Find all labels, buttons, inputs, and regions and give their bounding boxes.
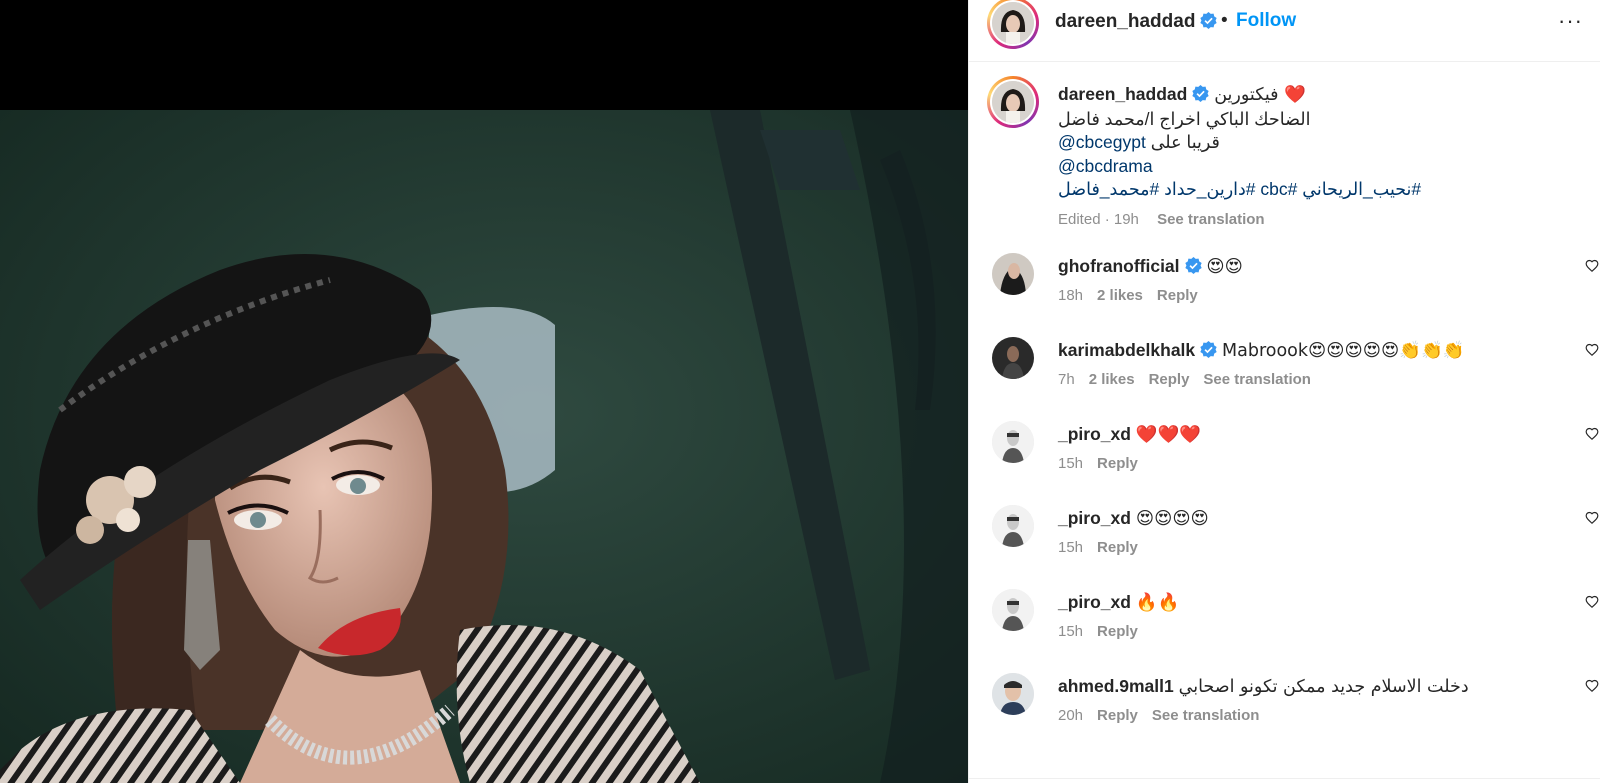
author-avatar[interactable] xyxy=(987,0,1039,49)
commenter-avatar[interactable] xyxy=(992,421,1034,463)
commenter-username[interactable]: _piro_xd xyxy=(1058,508,1131,528)
commenter-avatar[interactable] xyxy=(992,337,1034,379)
commenter-avatar[interactable] xyxy=(992,505,1034,547)
caption-line-3: @cbcegypt قريبا على xyxy=(1058,131,1578,155)
heart-outline-icon[interactable] xyxy=(1585,343,1599,357)
comment-meta: 15h Reply xyxy=(1058,539,1558,556)
commenter-username[interactable]: _piro_xd xyxy=(1058,424,1131,444)
comment-body: _piro_xd 😍😍😍😍 15h Reply xyxy=(1058,507,1558,556)
mention-cbcegypt[interactable]: @cbcegypt xyxy=(1058,132,1146,152)
comment-time[interactable]: 20h xyxy=(1058,707,1083,724)
post-header: dareen_haddad • Follow ··· xyxy=(969,0,1600,62)
caption-text: dareen_haddad فيكتورين ❤️ الضاحك الباكي … xyxy=(1058,83,1578,231)
comment-reply-button[interactable]: Reply xyxy=(1097,623,1138,640)
comment-meta: 18h 2 likes Reply xyxy=(1058,287,1558,304)
comment-text: 😍😍 xyxy=(1206,257,1243,277)
follow-button[interactable]: Follow xyxy=(1236,10,1296,32)
divider xyxy=(969,778,1600,779)
header-separator: • xyxy=(1221,10,1228,31)
commenter-username[interactable]: ahmed.9mall1 xyxy=(1058,676,1174,696)
portrait-image xyxy=(0,110,968,783)
comment-item: _piro_xd 🔥🔥 15h Reply xyxy=(969,589,1600,673)
heart-outline-icon[interactable] xyxy=(1585,427,1599,441)
comment-item: _piro_xd ❤️❤️❤️ 15h Reply xyxy=(969,421,1600,505)
post-side-panel: dareen_haddad • Follow ··· dareen_haddad… xyxy=(968,0,1600,783)
caption-see-translation[interactable]: See translation xyxy=(1157,211,1265,228)
mention-cbcdrama[interactable]: @cbcdrama xyxy=(1058,155,1578,179)
comment-time[interactable]: 15h xyxy=(1058,539,1083,556)
comment-likes[interactable]: 2 likes xyxy=(1097,287,1143,304)
comment-reply-button[interactable]: Reply xyxy=(1097,539,1138,556)
comment-line: ghofranofficial 😍😍 xyxy=(1058,255,1558,278)
comment-time[interactable]: 18h xyxy=(1058,287,1083,304)
commenter-username[interactable]: karimabdelkhalk xyxy=(1058,340,1195,360)
comment-see-translation[interactable]: See translation xyxy=(1203,371,1311,388)
caption-hashtags[interactable]: #نحيب_الريحاني #cbc #دارين_حداد #محمد_فا… xyxy=(1058,178,1578,202)
comment-item: _piro_xd 😍😍😍😍 15h Reply xyxy=(969,505,1600,589)
more-options-icon[interactable]: ··· xyxy=(1558,8,1583,34)
comment-reply-button[interactable]: Reply xyxy=(1157,287,1198,304)
comment-item: ghofranofficial 😍😍 18h 2 likes Reply xyxy=(969,253,1600,337)
verified-badge-icon xyxy=(1200,341,1217,358)
comment-line: _piro_xd 😍😍😍😍 xyxy=(1058,507,1558,530)
comment-likes[interactable]: 2 likes xyxy=(1089,371,1135,388)
comment-meta: 20h Reply See translation xyxy=(1058,707,1558,724)
comment-reply-button[interactable]: Reply xyxy=(1097,455,1138,472)
commenter-username[interactable]: _piro_xd xyxy=(1058,592,1131,612)
comment-line: karimabdelkhalk Mabroook😍😍😍😍😍👏👏👏 xyxy=(1058,339,1558,362)
comment-text: ❤️❤️❤️ xyxy=(1135,425,1202,445)
caption-edited-time: Edited · 19h xyxy=(1058,210,1139,228)
commenter-avatar[interactable] xyxy=(992,253,1034,295)
comment-line: _piro_xd 🔥🔥 xyxy=(1058,591,1558,614)
verified-badge-icon xyxy=(1200,12,1218,29)
heart-outline-icon[interactable] xyxy=(1585,595,1599,609)
comment-time[interactable]: 7h xyxy=(1058,371,1075,388)
comment-text: دخلت الاسلام جديد ممكن تكونو اصحابي xyxy=(1178,677,1469,697)
caption-username[interactable]: dareen_haddad xyxy=(1058,84,1187,104)
comment-body: _piro_xd 🔥🔥 15h Reply xyxy=(1058,591,1558,640)
verified-badge-icon xyxy=(1184,257,1202,274)
verified-badge-icon xyxy=(1192,85,1210,102)
caption-meta: Edited · 19h See translation xyxy=(1058,208,1578,232)
caption-line-3-text: قريبا على xyxy=(1150,132,1220,152)
comment-body: ghofranofficial 😍😍 18h 2 likes Reply xyxy=(1058,255,1558,304)
comment-meta: 15h Reply xyxy=(1058,455,1558,472)
commenter-username[interactable]: ghofranofficial xyxy=(1058,256,1180,276)
comment-body: karimabdelkhalk Mabroook😍😍😍😍😍👏👏👏 7h 2 like… xyxy=(1058,339,1558,388)
comment-line: ahmed.9mall1 دخلت الاسلام جديد ممكن تكون… xyxy=(1058,675,1558,698)
comment-see-translation[interactable]: See translation xyxy=(1152,707,1260,724)
comment-meta: 7h 2 likes Reply See translation xyxy=(1058,371,1558,388)
comment-reply-button[interactable]: Reply xyxy=(1097,707,1138,724)
caption-line-2: الضاحك الباكي اخراج ا/محمد فاضل xyxy=(1058,108,1311,129)
comment-meta: 15h Reply xyxy=(1058,623,1558,640)
comment-text: 🔥🔥 xyxy=(1135,593,1180,613)
caption-line-1: فيكتورين ❤️ xyxy=(1214,85,1306,105)
commenter-avatar[interactable] xyxy=(992,673,1034,715)
caption-author-avatar[interactable] xyxy=(987,76,1039,128)
comment-item: karimabdelkhalk Mabroook😍😍😍😍😍👏👏👏 7h 2 like… xyxy=(969,337,1600,421)
post-photo[interactable] xyxy=(0,110,968,783)
heart-outline-icon[interactable] xyxy=(1585,679,1599,693)
heart-outline-icon[interactable] xyxy=(1585,511,1599,525)
comment-text: Mabroook😍😍😍😍😍👏👏👏 xyxy=(1222,341,1465,361)
commenter-avatar[interactable] xyxy=(992,589,1034,631)
heart-outline-icon[interactable] xyxy=(1585,259,1599,273)
comment-text: 😍😍😍😍 xyxy=(1135,509,1209,529)
comment-time[interactable]: 15h xyxy=(1058,455,1083,472)
comment-time[interactable]: 15h xyxy=(1058,623,1083,640)
comment-line: _piro_xd ❤️❤️❤️ xyxy=(1058,423,1558,446)
comment-body: ahmed.9mall1 دخلت الاسلام جديد ممكن تكون… xyxy=(1058,675,1558,724)
comment-body: _piro_xd ❤️❤️❤️ 15h Reply xyxy=(1058,423,1558,472)
post-media[interactable] xyxy=(0,0,968,783)
comment-reply-button[interactable]: Reply xyxy=(1149,371,1190,388)
comment-item: ahmed.9mall1 دخلت الاسلام جديد ممكن تكون… xyxy=(969,673,1600,757)
author-username[interactable]: dareen_haddad xyxy=(1055,11,1218,33)
